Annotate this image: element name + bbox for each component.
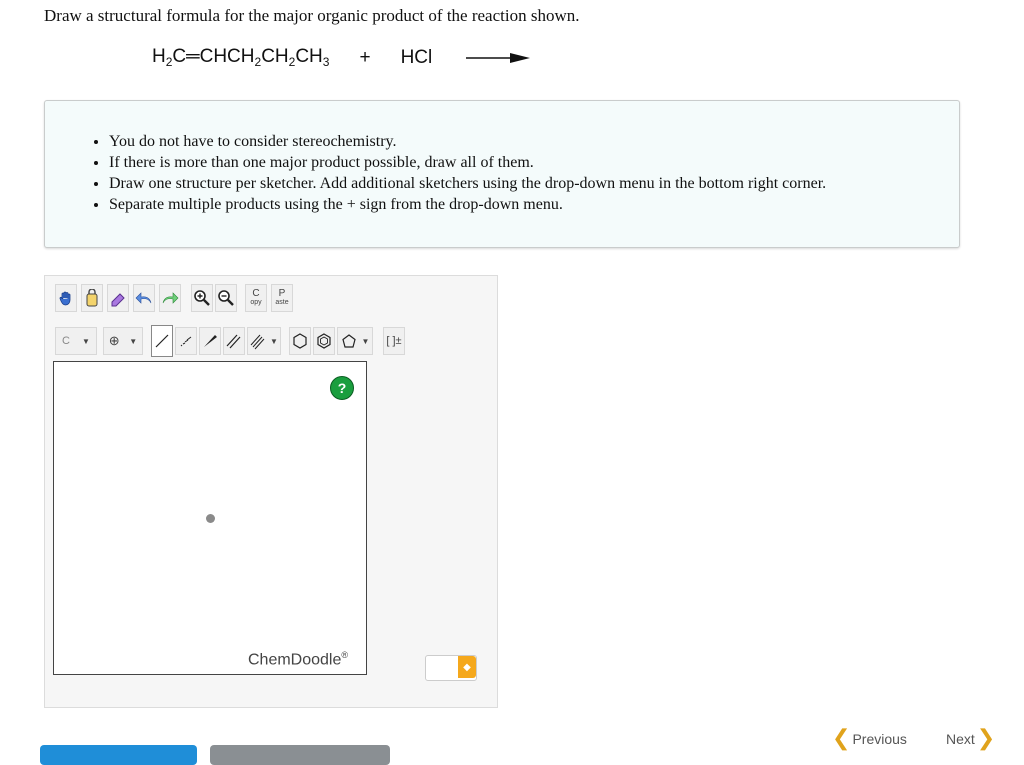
reaction-arrow-icon <box>466 52 531 63</box>
zoom-in-icon[interactable] <box>191 284 213 312</box>
lasso-select-icon[interactable] <box>81 284 103 312</box>
copy-button[interactable]: C opy <box>245 284 267 312</box>
instruction-item: Separate multiple products using the + s… <box>109 194 959 215</box>
redo-icon[interactable] <box>159 284 181 312</box>
charge-dropdown[interactable]: ⊕ ▼ <box>103 327 143 355</box>
question-text: Draw a structural formula for the major … <box>44 6 580 25</box>
element-dropdown[interactable]: C ▼ <box>55 327 97 355</box>
plus-sign: + <box>359 46 371 68</box>
bracket-tool[interactable]: [ ]± <box>383 327 405 355</box>
chemdoodle-logo: ChemDoodle® <box>248 650 349 669</box>
sketcher-count-dropdown[interactable]: ◆ <box>425 655 477 681</box>
pan-hand-icon[interactable] <box>55 284 77 312</box>
benzene-tool[interactable] <box>313 327 335 355</box>
eraser-icon[interactable] <box>107 284 129 312</box>
instructions-panel: You do not have to consider stereochemis… <box>44 100 960 248</box>
next-button[interactable]: Next ❯ <box>946 726 995 751</box>
paste-button[interactable]: P aste <box>271 284 293 312</box>
chevron-down-icon: ▼ <box>129 336 138 346</box>
chevron-down-icon: ▼ <box>361 336 370 346</box>
up-down-arrow-icon: ◆ <box>458 656 476 678</box>
triple-bond-dropdown[interactable]: ▼ <box>247 327 281 355</box>
help-button[interactable]: ? <box>330 376 354 400</box>
reactant-1: H2C═CHCH2CH2CH3 <box>152 46 330 69</box>
drawing-canvas[interactable]: ? ChemDoodle® <box>53 361 367 675</box>
hashed-bond-tool[interactable] <box>175 327 197 355</box>
instruction-item: You do not have to consider stereochemis… <box>109 131 959 152</box>
triple-bond-icon <box>250 334 265 350</box>
cursor-dot <box>206 514 215 523</box>
primary-action-button[interactable] <box>40 745 197 765</box>
chevron-down-icon: ▼ <box>270 336 278 346</box>
reactant-2: HCl <box>400 46 433 68</box>
cyclohexane-tool[interactable] <box>289 327 311 355</box>
reaction-equation: H2C═CHCH2CH2CH3 + HCl <box>152 46 531 69</box>
zoom-out-icon[interactable] <box>215 284 237 312</box>
single-bond-tool[interactable] <box>151 325 173 357</box>
chevron-left-icon: ❮ <box>832 726 851 751</box>
double-bond-tool[interactable] <box>223 327 245 355</box>
chevron-right-icon: ❯ <box>976 726 996 751</box>
secondary-action-button[interactable] <box>210 745 390 765</box>
instruction-item: Draw one structure per sketcher. Add add… <box>109 173 959 194</box>
wedge-bond-tool[interactable] <box>199 327 221 355</box>
chevron-down-icon: ▼ <box>82 336 90 346</box>
previous-button[interactable]: ❮ Previous <box>832 726 907 751</box>
undo-icon[interactable] <box>133 284 155 312</box>
instruction-item: If there is more than one major product … <box>109 152 959 173</box>
ring-dropdown[interactable]: ▼ <box>337 327 373 355</box>
chemdoodle-sketcher: C opy P aste C ▼ ⊕ ▼ ▼ ▼ [ ]± ? ChemDood… <box>44 275 498 708</box>
cyclopentane-icon <box>341 334 356 348</box>
